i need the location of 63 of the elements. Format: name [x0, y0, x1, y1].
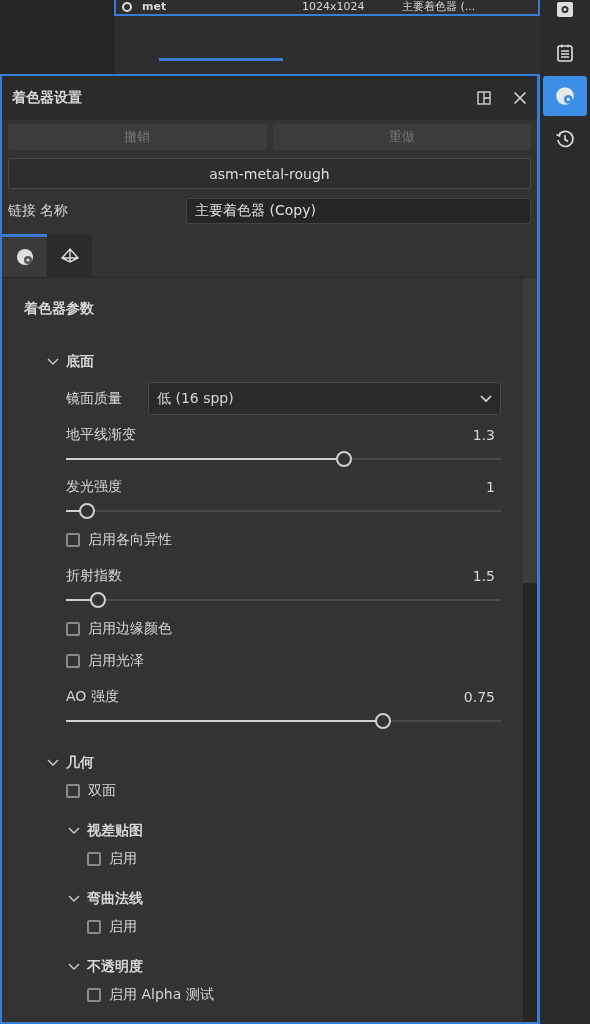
checkbox-label: 启用 — [109, 850, 137, 868]
field-label: 链接 名称 — [8, 202, 70, 220]
checkbox-label: 启用 — [109, 918, 137, 936]
tab[interactable] — [47, 234, 92, 277]
clipboard-icon — [555, 43, 575, 63]
chevron-down-icon — [480, 394, 492, 403]
slider-track[interactable] — [66, 503, 501, 519]
slider-thumb[interactable] — [78, 503, 95, 519]
name-field[interactable]: 主要着色器 (Copy) — [186, 198, 531, 224]
checkbox-label: 启用边缘颜色 — [88, 620, 172, 638]
file-size: 1024x1024 — [302, 0, 366, 14]
slider-thumb[interactable] — [90, 592, 107, 608]
slider-label: 地平线渐变 — [66, 426, 136, 444]
history-icon — [555, 129, 575, 149]
tab[interactable] — [2, 234, 47, 277]
group-title: 不透明度 — [87, 958, 143, 976]
file-shader: 主要着色器 (... — [402, 0, 476, 14]
group-title: 视差贴图 — [87, 822, 143, 840]
file-row[interactable]: met 1024x1024 主要着色器 (... — [114, 0, 540, 16]
file-name: met — [142, 0, 168, 14]
shader-ball-icon — [14, 247, 35, 267]
panel-title: 着色器设置 — [12, 89, 82, 107]
slider-label: AO 强度 — [66, 688, 119, 706]
slider-label: 折射指数 — [66, 567, 122, 585]
radio-icon — [122, 2, 132, 12]
checkbox[interactable] — [66, 622, 80, 636]
dock-icon[interactable] — [477, 91, 491, 105]
slider-thumb[interactable] — [375, 713, 392, 729]
checkbox[interactable] — [87, 988, 101, 1002]
slider-value: 1.5 — [472, 568, 495, 584]
slider-label: 发光强度 — [66, 478, 122, 496]
slider-track[interactable] — [66, 713, 501, 729]
chevron-down-icon[interactable] — [47, 358, 59, 366]
group-title: 几何 — [66, 754, 94, 772]
slider-track[interactable] — [66, 451, 501, 467]
checkbox-label: 启用各向异性 — [88, 531, 172, 549]
chevron-down-icon[interactable] — [47, 759, 59, 767]
chevron-down-icon[interactable] — [68, 895, 80, 903]
shader-button[interactable]: asm-metal-rough — [8, 158, 531, 189]
checkbox-label: 启用 Alpha 测试 — [109, 986, 214, 1004]
scrollbar-thumb[interactable] — [159, 58, 283, 61]
chevron-down-icon[interactable] — [68, 827, 80, 835]
group-title: 弯曲法线 — [87, 890, 143, 908]
checkbox[interactable] — [66, 533, 80, 547]
group-title: 底面 — [66, 353, 94, 371]
checkbox[interactable] — [66, 654, 80, 668]
slider-value: 1 — [486, 479, 495, 495]
shader-ball-icon — [554, 85, 576, 107]
section-title: 着色器参数 — [24, 300, 95, 318]
checkbox[interactable] — [87, 920, 101, 934]
field-label: 镜面质量 — [66, 389, 123, 408]
slider-value: 0.75 — [463, 689, 495, 705]
checkbox[interactable] — [87, 852, 101, 866]
close-icon[interactable] — [513, 91, 527, 105]
scrollbar-thumb[interactable] — [523, 278, 537, 583]
checkbox-label: 启用光泽 — [88, 652, 144, 670]
checkbox[interactable] — [66, 784, 80, 798]
slider-thumb[interactable] — [336, 451, 353, 467]
checkbox-label: 双面 — [88, 782, 116, 800]
slider-value: 1.3 — [472, 427, 495, 443]
quality-dropdown[interactable]: 低 (16 spp) — [148, 382, 501, 415]
slider-track[interactable] — [66, 592, 501, 608]
chevron-down-icon[interactable] — [68, 963, 80, 971]
